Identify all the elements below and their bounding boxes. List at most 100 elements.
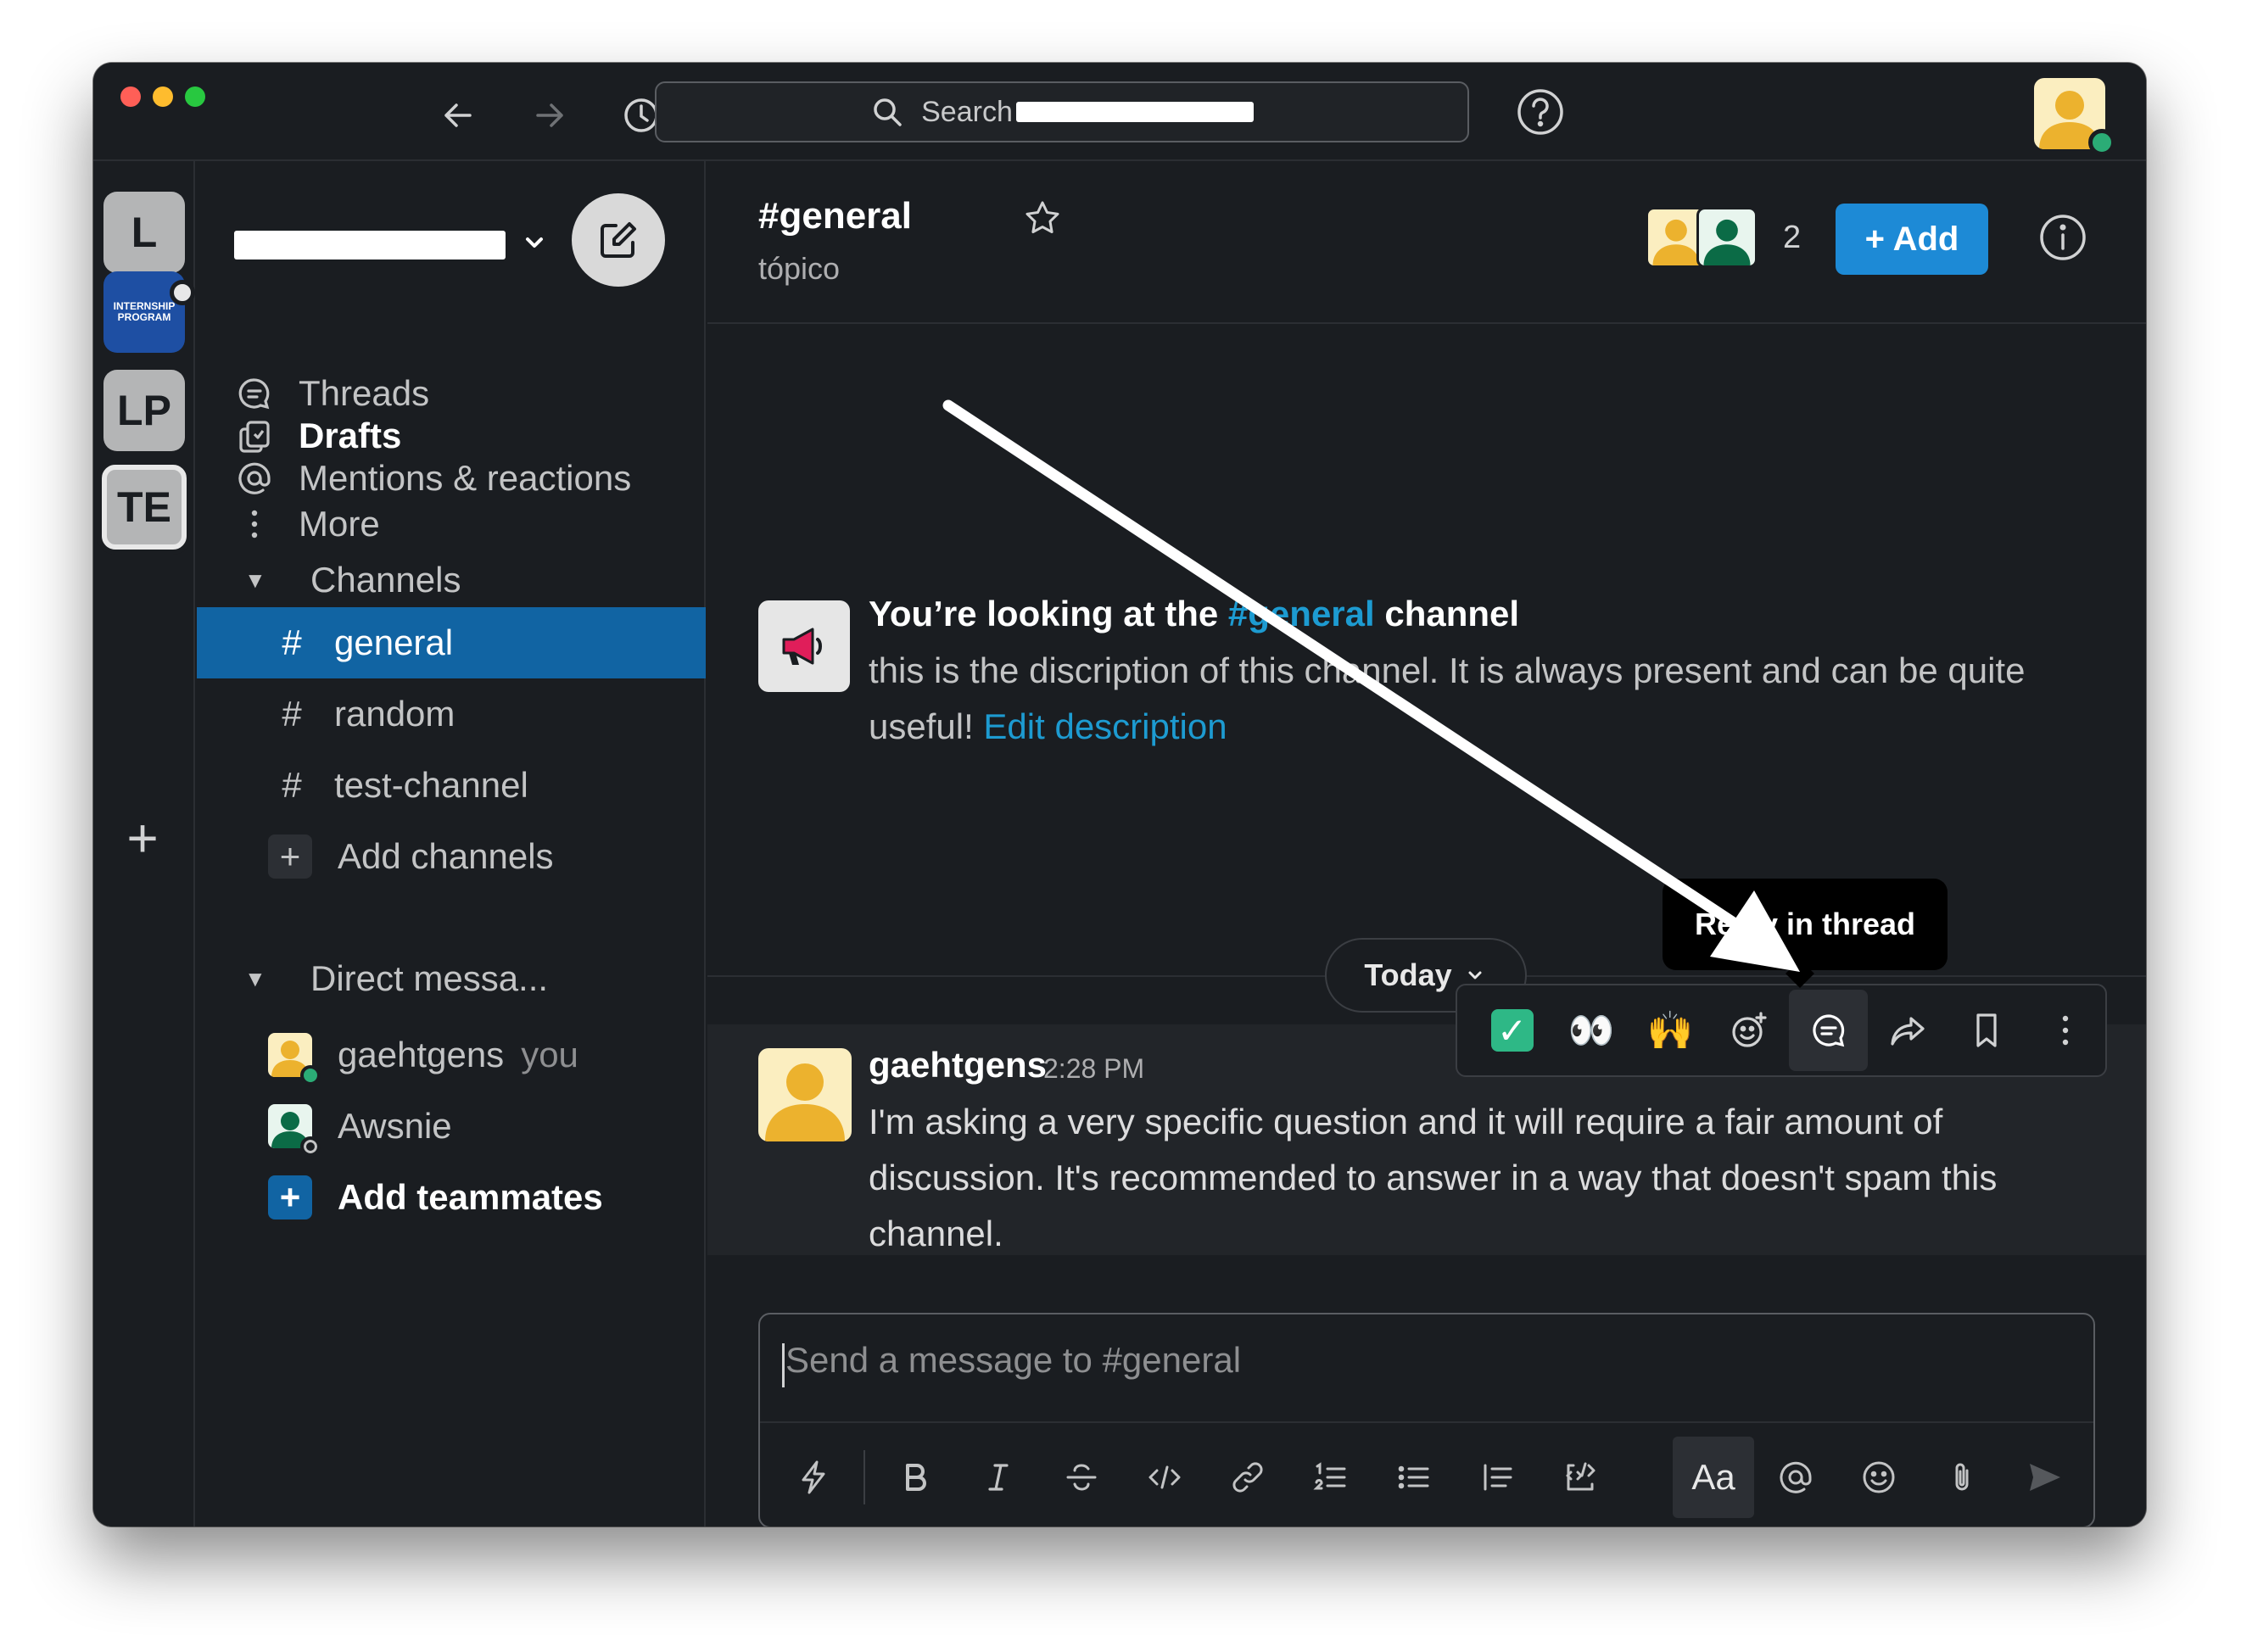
sidebar-item-dm-gaehtgens[interactable]: gaehtgens you: [197, 1019, 706, 1091]
composer-divider: [760, 1421, 2093, 1423]
message-input[interactable]: Send a message to #general: [781, 1340, 1241, 1387]
more-actions-button[interactable]: [2026, 990, 2105, 1071]
arrow-left-icon: [444, 103, 472, 127]
hash-icon: #: [282, 694, 302, 734]
sidebar-item-label: More: [299, 504, 380, 544]
link-icon: [1232, 1462, 1263, 1493]
send-button[interactable]: [2003, 1437, 2087, 1518]
back-button[interactable]: [431, 88, 485, 142]
paperclip-icon: [1955, 1463, 1969, 1491]
react-check-button[interactable]: ✓: [1473, 990, 1551, 1071]
help-icon[interactable]: [1515, 87, 1566, 137]
emoji-button[interactable]: [1837, 1437, 1920, 1518]
add-workspace-button[interactable]: +: [119, 811, 166, 865]
forward-message-button[interactable]: [1868, 990, 1947, 1071]
workspace-l[interactable]: L: [103, 192, 185, 273]
search-bar[interactable]: Search: [655, 81, 1469, 142]
channel-title[interactable]: #general: [758, 195, 912, 237]
send-icon: [2030, 1464, 2060, 1491]
channel-view: #general tópico 2 + Add You’re looking a…: [707, 161, 2146, 1526]
minimize-window-button[interactable]: [153, 87, 173, 107]
workspace-logo-label: INTERNSHIP PROGRAM: [113, 300, 176, 323]
megaphone-icon: [782, 628, 822, 665]
message-author[interactable]: gaehtgens: [869, 1045, 1047, 1086]
sidebar-item-random[interactable]: # random: [197, 678, 706, 750]
message-timestamp[interactable]: 2:28 PM: [1043, 1053, 1144, 1085]
workspace-lp[interactable]: LP: [103, 370, 185, 451]
info-icon[interactable]: [2037, 212, 2088, 263]
avatar: [268, 1033, 321, 1086]
chevron-down-icon[interactable]: [517, 226, 551, 260]
channel-topic[interactable]: tópico: [758, 251, 840, 287]
ordered-list-button[interactable]: [1289, 1437, 1372, 1518]
add-teammates-button[interactable]: + Add teammates: [197, 1162, 706, 1233]
attach-button[interactable]: [1920, 1437, 2003, 1518]
forward-button[interactable]: [523, 88, 577, 142]
link-button[interactable]: [1206, 1437, 1289, 1518]
code-block-button[interactable]: [1539, 1437, 1622, 1518]
more-vertical-icon: [2063, 1015, 2069, 1046]
at-icon: [1780, 1461, 1812, 1493]
raised-hands-emoji: 🙌: [1646, 1010, 1694, 1052]
close-window-button[interactable]: [120, 87, 141, 107]
sidebar: Threads Drafts Mentions & reactions More…: [197, 161, 706, 1526]
code-button[interactable]: [1123, 1437, 1206, 1518]
formatting-toggle-button[interactable]: Aa: [1673, 1437, 1754, 1518]
channels-section-header[interactable]: ▼ Channels: [197, 544, 706, 616]
unread-dot: [170, 280, 195, 305]
channel-name: test-channel: [334, 765, 528, 805]
dm-name: Awsnie: [338, 1106, 452, 1146]
eyes-emoji: 👀: [1568, 1010, 1615, 1052]
sidebar-item-general[interactable]: # general: [197, 607, 706, 678]
add-channels-label: Add channels: [338, 836, 554, 876]
dm-section-header[interactable]: ▼ Direct messa...: [197, 943, 706, 1014]
plus-icon: +: [268, 834, 312, 879]
channel-link[interactable]: #general: [1228, 594, 1375, 633]
save-message-button[interactable]: [1948, 990, 2026, 1071]
ordered-list-icon: [1313, 1462, 1346, 1490]
sidebar-item-test-channel[interactable]: # test-channel: [197, 750, 706, 821]
react-eyes-button[interactable]: 👀: [1551, 990, 1630, 1071]
smiley-icon: [1863, 1461, 1895, 1493]
message-composer[interactable]: Send a message to #general Aa: [758, 1313, 2095, 1526]
reply-in-thread-button[interactable]: [1789, 990, 1869, 1071]
add-button[interactable]: + Add: [1836, 204, 1988, 275]
avatar[interactable]: [758, 1048, 852, 1141]
avatar: [268, 1104, 321, 1157]
add-reaction-button[interactable]: [1710, 990, 1789, 1071]
formatting-toolbar: Aa: [772, 1433, 2087, 1521]
hash-icon: #: [282, 765, 302, 805]
edit-description-link[interactable]: Edit description: [983, 706, 1227, 746]
channel-name: general: [334, 622, 454, 662]
sidebar-item-dm-awsnie[interactable]: Awsnie: [197, 1091, 706, 1162]
add-channels-button[interactable]: + Add channels: [197, 821, 706, 892]
workspace-te[interactable]: TE: [102, 465, 187, 550]
channel-intro-title: You’re looking at the #general channel: [869, 594, 1519, 634]
shortcuts-button[interactable]: [772, 1437, 855, 1518]
strikethrough-button[interactable]: [1040, 1437, 1123, 1518]
redacted-workspace-name: [1015, 102, 1254, 122]
search-label: Search: [921, 95, 1013, 128]
today-label: Today: [1364, 957, 1452, 992]
blockquote-button[interactable]: [1456, 1437, 1539, 1518]
zoom-window-button[interactable]: [185, 87, 205, 107]
redacted-workspace-title[interactable]: [234, 231, 506, 260]
title-bar: Search: [93, 63, 2146, 161]
member-count: 2: [1783, 219, 1802, 255]
star-icon[interactable]: [1023, 198, 1062, 237]
arrow-right-icon: [536, 103, 563, 127]
section-label: Channels: [310, 560, 461, 600]
react-raised-hands-button[interactable]: 🙌: [1631, 990, 1710, 1071]
slack-window: Search L INTERNSHIP PROGRAM LP TE + Thre…: [93, 63, 2146, 1526]
italic-button[interactable]: [957, 1437, 1040, 1518]
bold-button[interactable]: [874, 1437, 957, 1518]
reply-in-thread-tooltip: Reply in thread: [1663, 879, 1948, 970]
toolbar-separator: [863, 1450, 865, 1504]
compose-button[interactable]: [572, 193, 665, 287]
workspace-label: L: [131, 209, 158, 256]
bulleted-list-button[interactable]: [1372, 1437, 1456, 1518]
mention-button[interactable]: [1754, 1437, 1837, 1518]
members-button[interactable]: 2: [1646, 207, 1801, 268]
bulleted-list-icon: [1398, 1465, 1429, 1489]
thread-icon: [1813, 1014, 1844, 1047]
